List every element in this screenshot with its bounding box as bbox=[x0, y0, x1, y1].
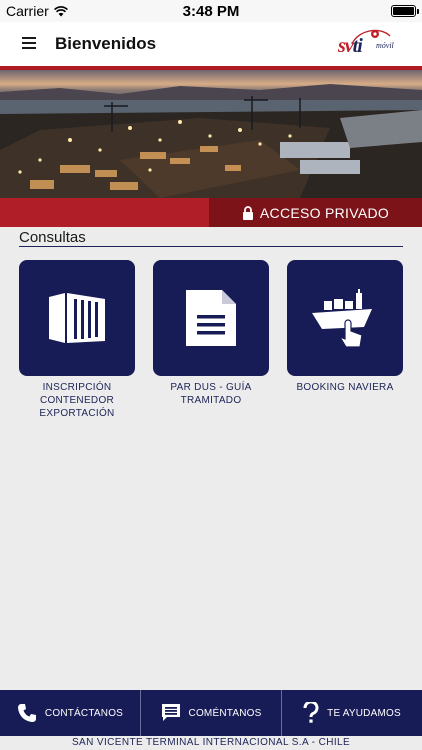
comment-label: COMÉNTANOS bbox=[188, 707, 262, 719]
container-icon bbox=[49, 293, 105, 343]
bottom-action-bar: CONTÁCTANOS COMÉNTANOS TE AYUDAMOS bbox=[0, 690, 422, 736]
battery-icon bbox=[391, 5, 419, 17]
clock: 3:48 PM bbox=[182, 3, 240, 20]
contact-button[interactable]: CONTÁCTANOS bbox=[0, 690, 141, 736]
private-access-button[interactable]: ACCESO PRIVADO bbox=[209, 198, 422, 227]
tile-booking-naviera[interactable]: BOOKING NAVIERA bbox=[287, 260, 403, 394]
hero-port-image bbox=[0, 70, 422, 198]
tile-label: INSCRIPCIÓN CONTENEDOR EXPORTACIÓN bbox=[39, 382, 115, 419]
comment-icon bbox=[161, 704, 180, 721]
hamburger-menu-icon[interactable] bbox=[22, 37, 36, 49]
phone-icon bbox=[17, 704, 36, 722]
access-strip: ACCESO PRIVADO bbox=[0, 198, 422, 227]
question-icon bbox=[303, 702, 319, 723]
lock-icon bbox=[242, 205, 253, 220]
page-title: Bienvenidos bbox=[55, 34, 157, 53]
container-icon-box bbox=[19, 260, 135, 376]
ship-touch-icon-box bbox=[287, 260, 403, 376]
document-icon bbox=[186, 290, 236, 346]
help-label: TE AYUDAMOS bbox=[327, 707, 401, 719]
help-button[interactable]: TE AYUDAMOS bbox=[282, 690, 422, 736]
tile-label: PAR DUS - GUÍA TRAMITADO bbox=[170, 382, 252, 406]
svti-logo: svti móvil bbox=[338, 26, 404, 62]
status-bar: Carrier 3:48 PM bbox=[0, 0, 422, 22]
footer-company-name: SAN VICENTE TERMINAL INTERNACIONAL S.A -… bbox=[0, 736, 422, 750]
tile-label: BOOKING NAVIERA bbox=[296, 382, 394, 393]
ship-touch-icon bbox=[312, 289, 372, 348]
section-divider bbox=[19, 246, 403, 247]
document-icon-box bbox=[153, 260, 269, 376]
navigation-bar: Bienvenidos svti móvil bbox=[0, 22, 422, 66]
tile-inscripcion-contenedor[interactable]: INSCRIPCIÓN CONTENEDOR EXPORTACIÓN bbox=[19, 260, 135, 420]
logo-subtext: móvil bbox=[376, 41, 394, 50]
logo-text-red: sv bbox=[338, 35, 354, 57]
tile-par-dus[interactable]: PAR DUS - GUÍA TRAMITADO bbox=[153, 260, 269, 407]
logo-text-navy: ti bbox=[352, 35, 363, 57]
contact-label: CONTÁCTANOS bbox=[44, 707, 124, 719]
private-access-label: ACCESO PRIVADO bbox=[259, 204, 390, 221]
comment-button[interactable]: COMÉNTANOS bbox=[141, 690, 282, 736]
section-title: Consultas bbox=[19, 229, 86, 246]
